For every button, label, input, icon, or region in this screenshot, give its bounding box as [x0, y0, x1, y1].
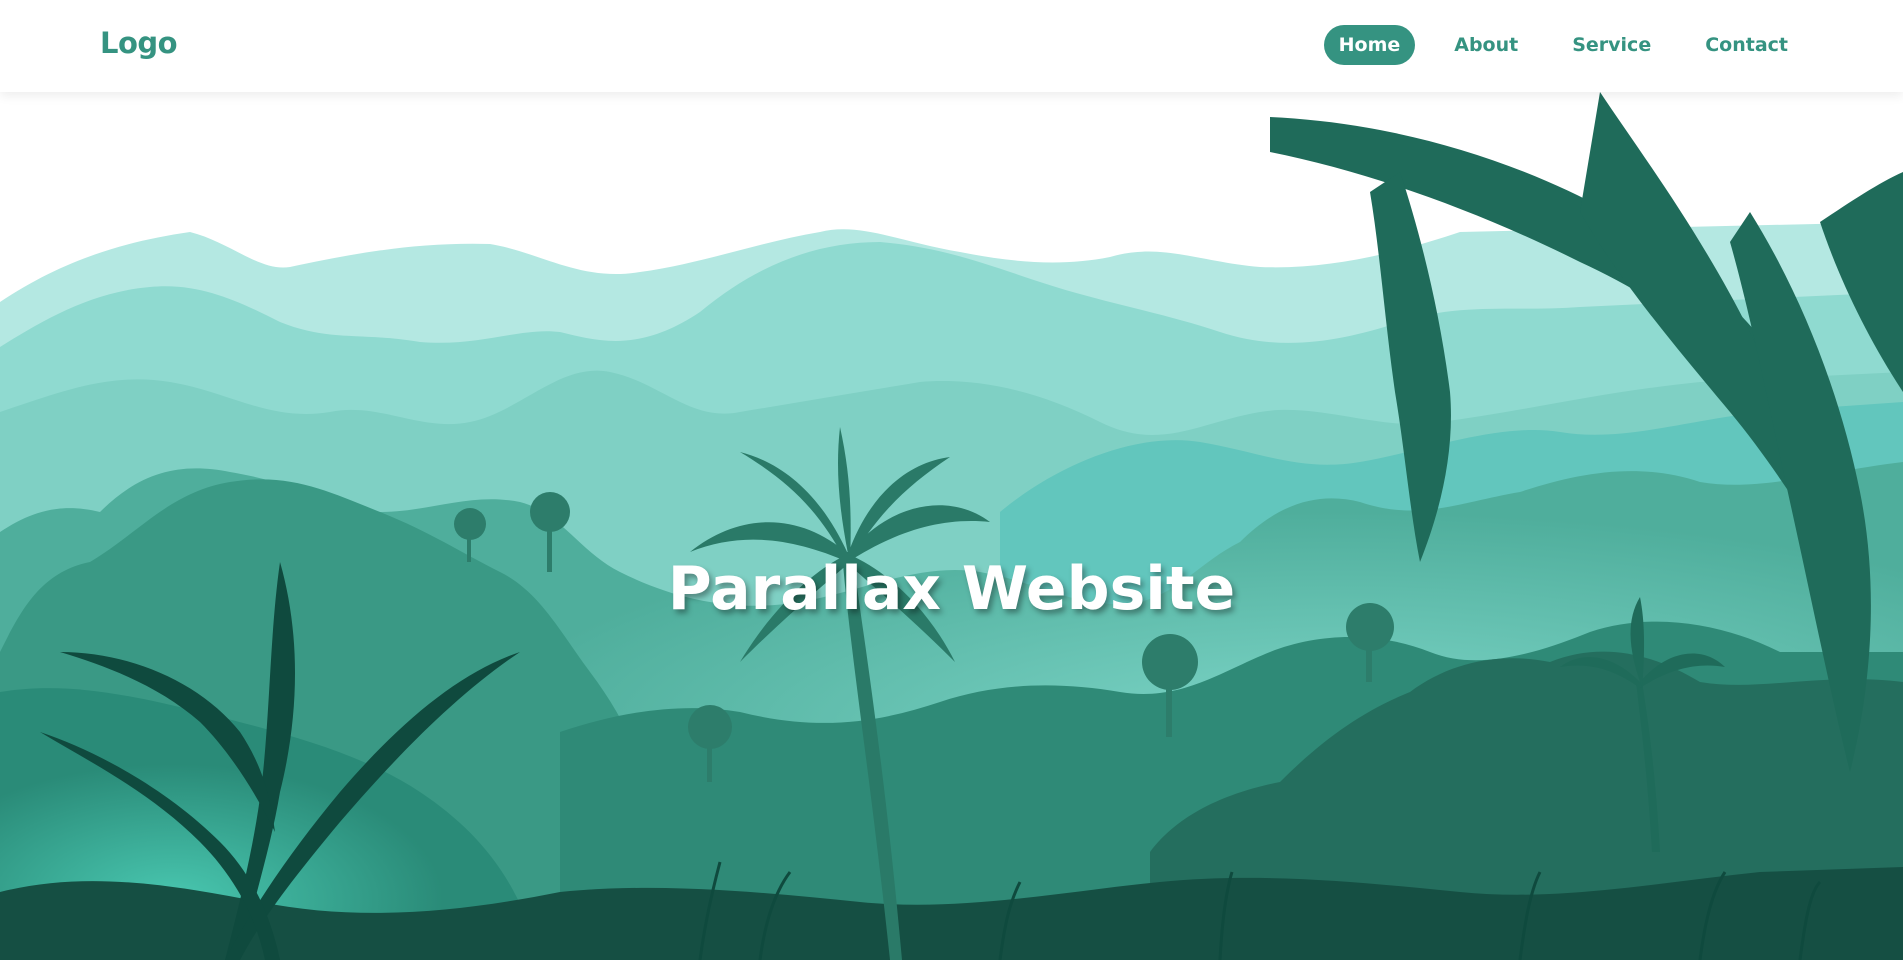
nav-service-link[interactable]: Service	[1557, 25, 1666, 65]
jungle-landscape-illustration	[0, 92, 1903, 960]
hero-title: Parallax Website	[667, 554, 1236, 624]
nav-about-link[interactable]: About	[1439, 25, 1533, 65]
main-nav: Home About Service Contact	[1300, 25, 1803, 65]
nav-contact-link[interactable]: Contact	[1690, 25, 1803, 65]
logo[interactable]: Logo	[100, 26, 178, 60]
site-header: Logo Home About Service Contact	[0, 0, 1903, 92]
nav-home-link[interactable]: Home	[1323, 25, 1416, 65]
parallax-hero-scene: Parallax Website	[0, 92, 1903, 960]
